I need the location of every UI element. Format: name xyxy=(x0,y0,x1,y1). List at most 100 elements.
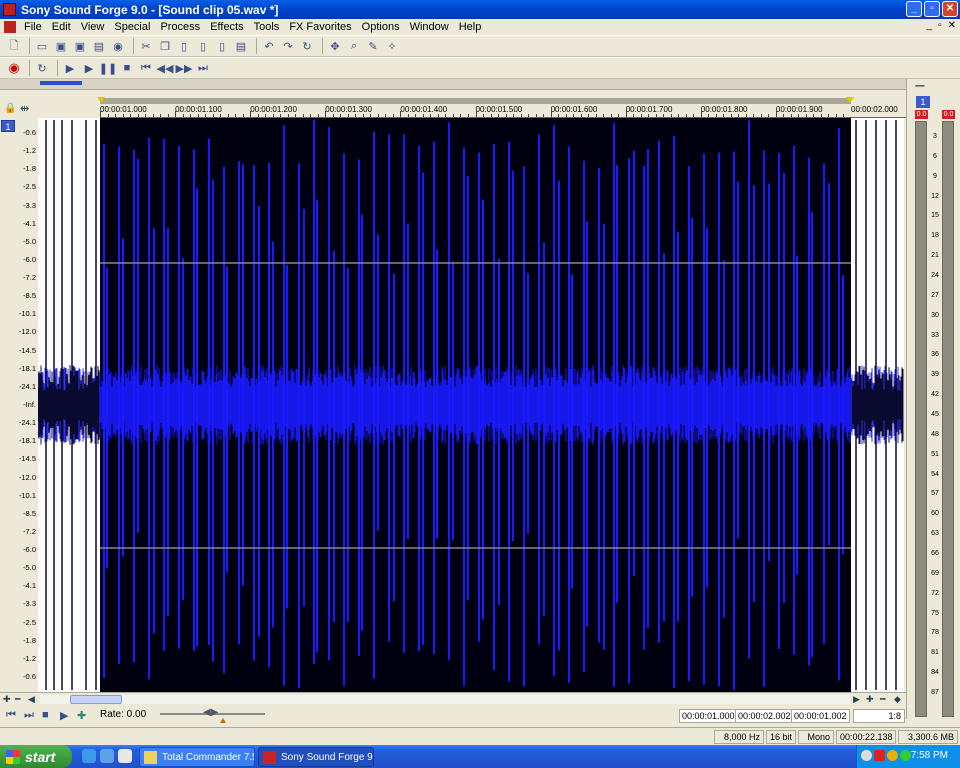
ruler-ticks[interactable]: 00:00:01.000 00:00:01.100 00:00:01.200 00:0… xyxy=(100,105,906,118)
close-button[interactable]: ✕ xyxy=(942,1,958,17)
stop-icon[interactable]: ■ xyxy=(119,60,135,76)
tray-arrow-icon[interactable] xyxy=(861,750,872,761)
ruler-tick xyxy=(250,111,252,117)
task-sound-forge[interactable]: Sony Sound Forge 9.... xyxy=(258,747,374,767)
selection-start-time[interactable]: 00:00:01.000 xyxy=(679,709,738,723)
play-icon[interactable]: ▶ xyxy=(81,60,97,76)
zoom-out-icon[interactable]: ━ xyxy=(15,694,20,705)
doc-close-icon[interactable]: ✕ xyxy=(948,20,956,31)
zoom-out-h-icon[interactable]: ━ xyxy=(880,694,885,705)
menu-effects[interactable]: Effects xyxy=(205,21,248,33)
doc-minimize-icon[interactable]: _ xyxy=(927,20,933,31)
go-to-start-icon[interactable]: ⏮ xyxy=(138,60,154,76)
menu-process[interactable]: Process xyxy=(155,21,205,33)
magnify-tool-icon[interactable]: ⌕ xyxy=(346,38,362,54)
menu-edit[interactable]: Edit xyxy=(47,21,76,33)
trim-icon[interactable]: ▤ xyxy=(233,38,249,54)
menu-file[interactable]: File xyxy=(19,21,47,33)
task-total-commander[interactable]: Total Commander 7.5... xyxy=(139,747,255,767)
paste-special-icon[interactable]: ▯ xyxy=(214,38,230,54)
rewind-icon[interactable]: ◀◀ xyxy=(157,60,174,76)
status-sample-rate[interactable]: 8,000 Hz xyxy=(714,730,764,744)
mix-icon[interactable]: ▯ xyxy=(195,38,211,54)
forward-icon[interactable]: ▶▶ xyxy=(176,60,193,76)
doc-restore-icon[interactable]: ▫ xyxy=(938,20,942,31)
record-icon[interactable]: ◉ xyxy=(6,60,22,76)
maximize-button[interactable]: ▫ xyxy=(924,1,940,17)
pause-icon[interactable]: ❚❚ xyxy=(99,60,117,76)
status-channels[interactable]: Mono xyxy=(798,730,834,744)
menu-special[interactable]: Special xyxy=(109,21,155,33)
edit-tool-icon[interactable]: ✥ xyxy=(327,38,343,54)
save-as-icon[interactable]: ▣ xyxy=(72,38,88,54)
selection-end-marker[interactable] xyxy=(846,97,854,103)
zoom-fit-icon[interactable]: ◆ xyxy=(894,694,901,705)
snap-icon[interactable]: ⇹ xyxy=(20,102,29,115)
menu-help[interactable]: Help xyxy=(454,21,487,33)
separator xyxy=(133,38,134,54)
waveform-svg[interactable] xyxy=(38,118,904,692)
scroll-right-icon[interactable]: ▶ xyxy=(853,694,860,705)
zoom-in-h-icon[interactable]: ✚ xyxy=(866,694,874,705)
taskbar-clock[interactable]: 7:58 PM xyxy=(911,750,948,761)
scroll-track[interactable] xyxy=(40,695,850,704)
meter-channel-badge[interactable]: 1 xyxy=(916,96,930,108)
network-tray-icon[interactable] xyxy=(900,750,911,761)
menu-view[interactable]: View xyxy=(76,21,110,33)
pencil-tool-icon[interactable]: ✎ xyxy=(365,38,381,54)
save-all-icon[interactable]: ▤ xyxy=(91,38,107,54)
envelope-tool-icon[interactable]: ✧ xyxy=(384,38,400,54)
selection-end-time[interactable]: 00:00:02.002 xyxy=(735,709,794,723)
ruler-tick xyxy=(663,114,665,117)
undo-icon[interactable]: ↶ xyxy=(261,38,277,54)
minimize-button[interactable]: _ xyxy=(906,1,922,17)
tray-app-icon[interactable] xyxy=(887,750,898,761)
repeat-icon[interactable]: ↻ xyxy=(299,38,315,54)
overview-view-indicator[interactable] xyxy=(40,81,82,85)
status-bit-depth[interactable]: 16 bit xyxy=(766,730,796,744)
save-icon[interactable]: ▣ xyxy=(53,38,69,54)
zoom-in-icon[interactable]: ✚ xyxy=(3,694,11,705)
document-icon[interactable] xyxy=(4,21,16,33)
rate-slider-knob[interactable]: ◀▶ xyxy=(203,707,218,718)
cut-icon[interactable]: ✂ xyxy=(138,38,154,54)
ruler-tick xyxy=(475,111,477,117)
new-file-icon[interactable]: 🗋 xyxy=(6,38,22,54)
selection-bar[interactable] xyxy=(100,98,851,104)
menu-options[interactable]: Options xyxy=(357,21,405,33)
media-quicklaunch-icon[interactable] xyxy=(100,749,114,763)
menu-tools[interactable]: Tools xyxy=(249,21,285,33)
horizontal-scrollbar[interactable]: ✚ ━ ◀ ▶ ✚ ━ ◆ xyxy=(0,692,906,705)
selection-length-time[interactable]: 00:00:01.002 xyxy=(791,709,850,723)
meters-grip-icon[interactable]: ▪▪▪▪▪▪ xyxy=(915,83,925,90)
menu-window[interactable]: Window xyxy=(405,21,454,33)
waveform-view[interactable] xyxy=(38,118,904,692)
peak-indicator-left[interactable]: 0.0 xyxy=(915,110,928,119)
scroll-left-icon[interactable]: ◀ xyxy=(28,694,35,705)
open-folder-icon[interactable]: ▭ xyxy=(34,38,50,54)
peak-indicator-right[interactable]: 0.0 xyxy=(942,110,955,119)
selection-start-marker[interactable] xyxy=(97,97,105,103)
menu-fx-favorites[interactable]: FX Favorites xyxy=(284,21,356,33)
overview-bar[interactable] xyxy=(0,79,906,90)
start-button[interactable]: start xyxy=(0,745,72,768)
scroll-thumb[interactable] xyxy=(70,695,122,704)
play-all-icon[interactable]: ▶ xyxy=(62,60,78,76)
lock-icon[interactable]: 🔒 xyxy=(4,103,16,114)
scrub-icon[interactable]: ✚ xyxy=(77,709,86,722)
go-to-end-icon[interactable]: ⏭ xyxy=(24,709,34,722)
copy-icon[interactable]: ❐ xyxy=(157,38,173,54)
go-to-end-icon[interactable]: ⏭ xyxy=(195,60,211,76)
go-to-start-icon[interactable]: ⏮ xyxy=(6,709,16,722)
ati-tray-icon[interactable] xyxy=(874,750,885,761)
render-icon[interactable]: ◉ xyxy=(110,38,126,54)
zoom-ratio[interactable]: 1:8 xyxy=(853,709,905,723)
stop-icon[interactable]: ■ xyxy=(42,709,49,721)
app-icon[interactable] xyxy=(3,3,16,16)
play-icon[interactable]: ▶ xyxy=(60,709,68,722)
desktop-quicklaunch-icon[interactable] xyxy=(118,749,132,763)
redo-icon[interactable]: ↷ xyxy=(280,38,296,54)
paste-icon[interactable]: ▯ xyxy=(176,38,192,54)
ie-quicklaunch-icon[interactable] xyxy=(82,749,96,763)
loop-icon[interactable]: ↻ xyxy=(34,60,50,76)
